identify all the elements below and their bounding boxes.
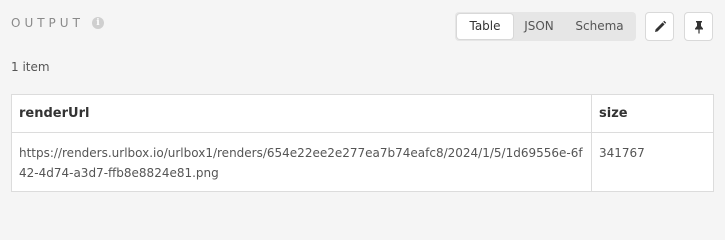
cell-size: 341767 xyxy=(591,132,714,192)
output-table: renderUrl size https://renders.urlbox.io… xyxy=(11,94,714,192)
pin-icon xyxy=(694,20,703,33)
pencil-icon xyxy=(654,20,666,32)
output-section-title: OUTPUT i xyxy=(11,16,104,30)
column-header-renderurl: renderUrl xyxy=(11,94,592,133)
result-count: 1 item xyxy=(11,60,50,74)
view-tab-table[interactable]: Table xyxy=(457,14,513,39)
view-mode-switch: Table JSON Schema xyxy=(455,12,636,41)
section-title-text: OUTPUT xyxy=(11,16,84,30)
table-header-row: renderUrl size xyxy=(11,94,714,133)
info-icon[interactable]: i xyxy=(91,17,104,29)
pin-button[interactable] xyxy=(684,12,713,41)
column-header-size: size xyxy=(591,94,714,133)
cell-renderurl[interactable]: https://renders.urlbox.io/urlbox1/render… xyxy=(11,132,592,192)
edit-button[interactable] xyxy=(645,12,674,41)
view-tab-schema[interactable]: Schema xyxy=(565,14,634,39)
view-tab-json[interactable]: JSON xyxy=(513,14,565,39)
table-row: https://renders.urlbox.io/urlbox1/render… xyxy=(11,132,714,192)
